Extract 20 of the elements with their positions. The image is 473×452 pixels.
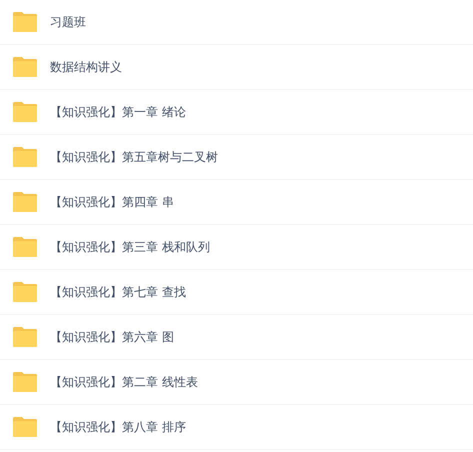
folder-icon xyxy=(12,11,38,33)
folder-name[interactable]: 【知识强化】第七章 查找 xyxy=(50,284,186,300)
folder-name[interactable]: 【知识强化】第六章 图 xyxy=(50,328,174,346)
folder-name[interactable]: 【知识强化】第五章树与二叉树 xyxy=(50,148,218,166)
folder-name[interactable]: 【知识强化】第四章 串 xyxy=(50,194,174,210)
folder-name[interactable]: 【知识强化】第三章 栈和队列 xyxy=(50,238,210,256)
folder-icon xyxy=(12,236,38,258)
folder-name[interactable]: 【知识强化】第二章 线性表 xyxy=(50,374,198,390)
folder-icon xyxy=(12,281,38,303)
folder-icon xyxy=(12,371,38,393)
folder-icon xyxy=(12,326,38,348)
folder-icon xyxy=(12,101,38,123)
folder-name[interactable]: 【知识强化】第一章 绪论 xyxy=(50,104,186,120)
folder-name[interactable]: 数据结构讲义 xyxy=(50,58,122,76)
folder-icon xyxy=(12,56,38,78)
folder-icon xyxy=(12,416,38,438)
folder-name[interactable]: 【知识强化】第八章 排序 xyxy=(50,418,186,436)
folder-name[interactable]: 习题班 xyxy=(50,14,86,30)
folder-icon xyxy=(12,146,38,168)
folder-icon xyxy=(12,191,38,213)
